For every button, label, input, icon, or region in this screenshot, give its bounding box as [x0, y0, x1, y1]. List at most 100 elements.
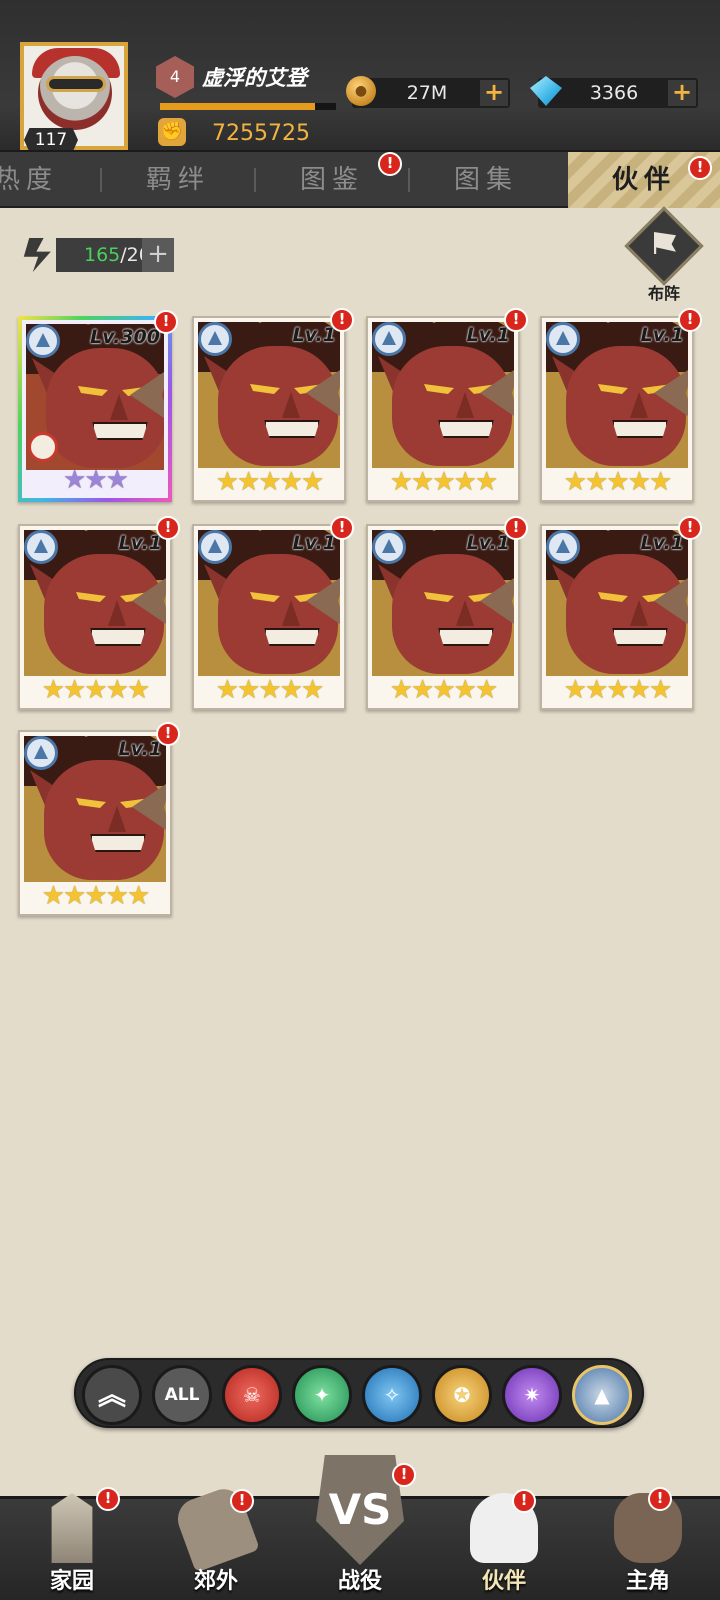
partner-card-alert: ! [678, 516, 702, 540]
nav-home[interactable]: ! 家园 [0, 1487, 144, 1600]
partner-card[interactable]: Lv.300 ★★★! [18, 310, 178, 502]
partner-level: Lv.1 [466, 324, 510, 346]
nav-partners[interactable]: ! 伙伴 [432, 1489, 576, 1600]
skull-faction-icon[interactable]: ☠ [222, 1365, 282, 1425]
tab-popularity[interactable]: 热度 [0, 152, 96, 208]
exp-bar [160, 103, 336, 110]
partner-card-alert: ! [330, 308, 354, 332]
gold-currency: ● 27M + [346, 76, 510, 108]
portrait-face-shape [392, 554, 512, 674]
home-icon [51, 1493, 93, 1563]
portrait-face-shape [218, 346, 338, 466]
partner-card[interactable]: Lv.1 ★★★★★! [540, 516, 702, 710]
power-fist-icon: ✊ [158, 118, 186, 146]
partner-stars: ★★★★★ [563, 467, 673, 497]
partner-stars: ★★★★★ [215, 675, 325, 705]
tab-codex-alert: ! [378, 152, 402, 176]
exp-bar-fill [160, 103, 315, 110]
nav-battle-alert: ! [392, 1463, 416, 1487]
nav-battle-label: 战役 [337, 1569, 382, 1594]
partner-level: Lv.1 [292, 532, 336, 554]
power-value: 7255725 [212, 121, 310, 146]
tab-divider [408, 168, 410, 192]
gold-coin-icon: ● [346, 76, 376, 106]
partner-card[interactable]: Lv.1 ★★★★★! [192, 308, 354, 502]
partner-level: Lv.1 [292, 324, 336, 346]
steel-faction-icon [198, 322, 232, 356]
nature-faction-icon[interactable]: ✦ [292, 1365, 352, 1425]
steel-faction-icon[interactable]: ▲ [572, 1365, 632, 1425]
steel-faction-icon [26, 324, 60, 358]
partner-level: Lv.300 [90, 326, 160, 348]
nav-home-alert: ! [96, 1487, 120, 1511]
nav-hero[interactable]: ! 主角 [576, 1487, 720, 1600]
avatar-face-shape [38, 56, 112, 130]
tab-bonds[interactable]: 羁绊 [108, 152, 248, 208]
steel-faction-icon [24, 530, 58, 564]
tab-partners-alert: ! [688, 156, 712, 180]
partner-card[interactable]: Lv.1 ★★★★★! [18, 722, 180, 916]
partner-card-alert: ! [504, 308, 528, 332]
arcane-faction-icon[interactable]: ✷ [502, 1365, 562, 1425]
steel-faction-icon [24, 736, 58, 770]
partner-card[interactable]: Lv.1 ★★★★★! [366, 308, 528, 502]
portrait-face-shape [44, 760, 164, 880]
portrait-teeth-shape [90, 628, 146, 646]
portrait-face-shape [566, 554, 686, 674]
portrait-face-shape [46, 348, 164, 468]
steel-faction-icon [372, 530, 406, 564]
portrait-teeth-shape [90, 834, 146, 852]
partner-card-alert: ! [504, 516, 528, 540]
steel-faction-icon [546, 530, 580, 564]
filter-all-button[interactable]: ALL [152, 1365, 212, 1425]
partner-level: Lv.1 [640, 532, 684, 554]
frost-faction-icon[interactable]: ✧ [362, 1365, 422, 1425]
tab-divider [254, 168, 256, 192]
tab-divider [100, 168, 102, 192]
nav-outskirts-label: 郊外 [193, 1569, 238, 1594]
collapse-filter-button[interactable]: ︽ [82, 1365, 142, 1425]
nav-outskirts-alert: ! [230, 1489, 254, 1513]
partner-card-alert: ! [156, 722, 180, 746]
add-gold-button[interactable]: + [480, 80, 508, 106]
partner-level: Lv.1 [466, 532, 510, 554]
avatar-goggles-shape [46, 76, 106, 92]
partner-stars: ★★★ [63, 465, 129, 495]
partner-stars: ★★★★★ [41, 675, 151, 705]
gem-amount: 3366 [589, 82, 639, 104]
portrait-teeth-shape [264, 420, 320, 438]
nav-battle[interactable]: VS ! 战役 [288, 1455, 432, 1600]
tab-gallery[interactable]: 图集 [416, 152, 556, 208]
partner-card-alert: ! [154, 310, 178, 334]
partner-level: Lv.1 [640, 324, 684, 346]
partner-card[interactable]: Lv.1 ★★★★★! [192, 516, 354, 710]
partner-card-alert: ! [330, 516, 354, 540]
nav-outskirts[interactable]: ! 郊外 [144, 1483, 288, 1600]
add-gems-button[interactable]: + [668, 80, 696, 106]
faction-filter-bar: ︽ ALL ☠ ✦ ✧ ✪ ✷ ▲ [74, 1358, 644, 1428]
nav-partners-label: 伙伴 [481, 1569, 526, 1594]
tab-partners-label: 伙伴 [611, 165, 676, 195]
partner-card[interactable]: Lv.1 ★★★★★! [540, 308, 702, 502]
tab-bar: 热度 羁绊 图鉴 ! 图集 伙伴 ! [0, 152, 720, 208]
tab-popularity-label: 热度 [0, 165, 58, 195]
versus-icon: VS [316, 1455, 404, 1565]
bottom-nav: ! 家园 ! 郊外 VS ! 战役 ! 伙伴 ! 主角 [0, 1455, 720, 1600]
portrait-face-shape [44, 554, 164, 674]
diamond-icon [530, 76, 562, 106]
partner-stars: ★★★★★ [563, 675, 673, 705]
steel-faction-icon [546, 322, 580, 356]
partner-card[interactable]: Lv.1 ★★★★★! [18, 516, 180, 710]
partner-stars: ★★★★★ [389, 675, 499, 705]
gold-amount: 27M [406, 82, 448, 104]
nav-hero-label: 主角 [625, 1569, 670, 1594]
portrait-teeth-shape [92, 422, 148, 440]
tab-codex-label: 图鉴 [299, 165, 364, 195]
steel-faction-icon [198, 530, 232, 564]
portrait-teeth-shape [438, 628, 494, 646]
partner-card[interactable]: Lv.1 ★★★★★! [366, 516, 528, 710]
portrait-teeth-shape [438, 420, 494, 438]
partner-card-grid: Lv.300 ★★★! Lv.1 ★★★★★! Lv.1 ★★★★★! Lv.1 ★★★★★!… [0, 208, 720, 928]
gold-faction-icon[interactable]: ✪ [432, 1365, 492, 1425]
portrait-face-shape [392, 346, 512, 466]
